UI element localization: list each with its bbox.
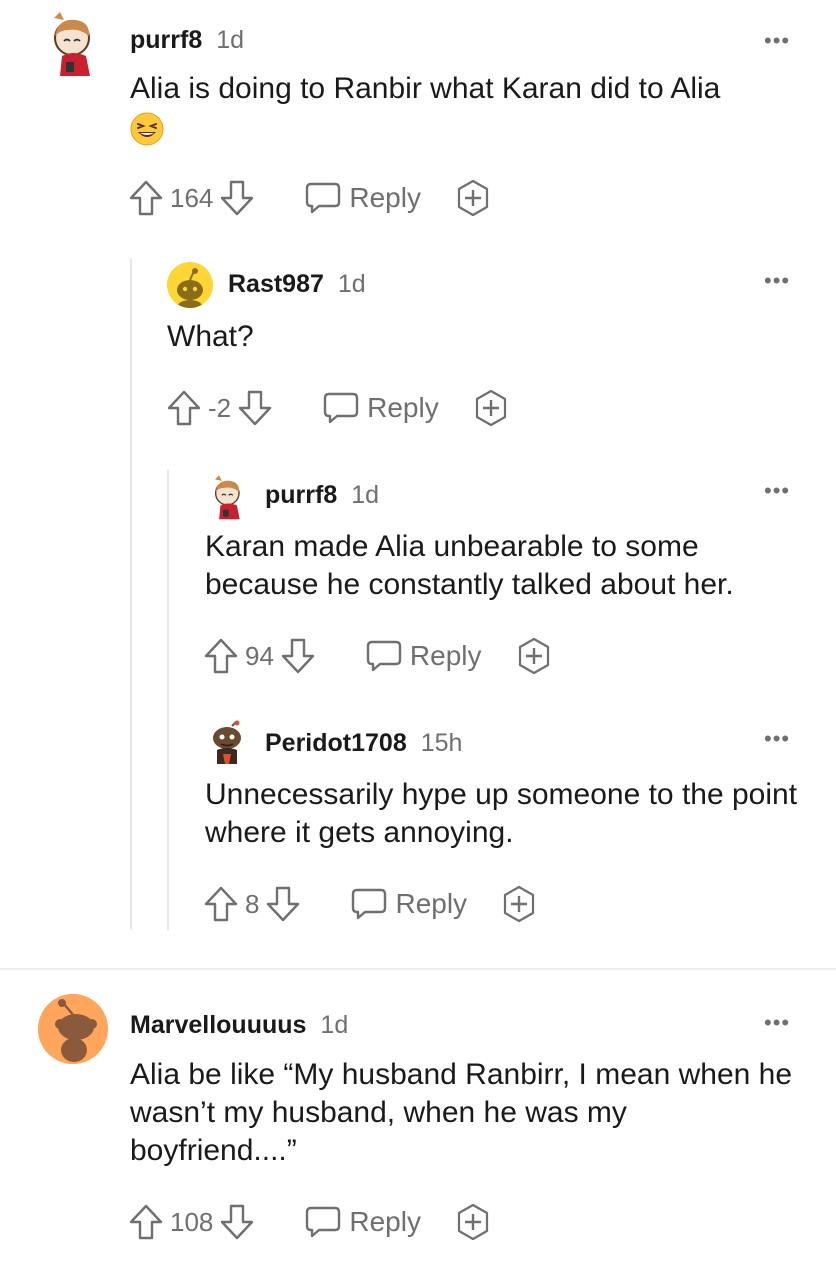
plus-award-icon[interactable] xyxy=(455,1203,491,1241)
comment-body: Alia is doing to Ranbir what Karan did t… xyxy=(130,70,810,156)
speech-bubble-icon xyxy=(366,640,402,672)
comment-body: What? xyxy=(167,318,787,356)
comment-text: What? xyxy=(167,320,254,353)
comment-divider xyxy=(0,968,836,970)
avatar[interactable] xyxy=(167,262,213,308)
downvote-arrow-icon[interactable] xyxy=(280,637,316,675)
upvote-arrow-icon[interactable] xyxy=(128,1203,164,1241)
downvote-arrow-icon[interactable] xyxy=(219,179,255,217)
reply-label: Reply xyxy=(395,888,468,919)
vote-count: -2 xyxy=(208,392,232,423)
reply-button[interactable]: Reply xyxy=(323,391,439,425)
timestamp: 1d xyxy=(337,270,366,298)
timestamp: 1d xyxy=(351,481,380,509)
comment-text: Alia be like “My husband Ranbirr, I mean… xyxy=(130,1058,793,1167)
vote-count: 8 xyxy=(245,888,260,919)
username[interactable]: Peridot1708 15h xyxy=(265,729,462,758)
avatar[interactable] xyxy=(46,10,100,80)
speech-bubble-icon xyxy=(323,392,359,424)
reply-button[interactable]: Reply xyxy=(351,887,467,921)
avatar[interactable] xyxy=(208,474,248,522)
more-options-button[interactable]: ••• xyxy=(764,268,790,294)
timestamp: 1d xyxy=(216,26,245,54)
speech-bubble-icon xyxy=(306,1206,341,1238)
comment-actions: -2 Reply xyxy=(166,388,509,428)
speech-bubble-icon xyxy=(352,888,387,920)
comment-text: Alia is doing to Ranbir what Karan did t… xyxy=(130,72,721,105)
comment-body: Unnecessarily hype up someone to the poi… xyxy=(205,776,805,852)
reply-label: Reply xyxy=(367,392,439,423)
comment-actions: 94 Reply xyxy=(203,636,552,676)
avatar[interactable] xyxy=(38,994,108,1064)
user-avatar-icon xyxy=(214,475,240,520)
reply-button[interactable]: Reply xyxy=(305,1205,421,1239)
snoo-avatar-icon xyxy=(38,994,108,1064)
more-options-button[interactable]: ••• xyxy=(764,726,790,752)
username-text[interactable]: purrf8 xyxy=(130,26,202,54)
comment-actions: 108 Reply xyxy=(128,1202,491,1242)
speech-bubble-icon xyxy=(306,182,341,214)
comment-text: Unnecessarily hype up someone to the poi… xyxy=(205,778,798,849)
thread-line-level1[interactable] xyxy=(130,258,132,930)
upvote-arrow-icon[interactable] xyxy=(166,389,202,427)
username-text[interactable]: Marvellouuuus xyxy=(130,1011,306,1039)
more-options-button[interactable]: ••• xyxy=(764,478,790,504)
username-text[interactable]: Rast987 xyxy=(228,270,324,298)
username-text[interactable]: purrf8 xyxy=(265,481,337,509)
upvote-arrow-icon[interactable] xyxy=(203,885,239,923)
plus-award-icon[interactable] xyxy=(501,885,537,923)
username[interactable]: purrf8 1d xyxy=(265,481,379,510)
reply-button[interactable]: Reply xyxy=(305,181,421,215)
vote-count: 94 xyxy=(245,640,274,671)
more-options-button[interactable]: ••• xyxy=(764,28,790,54)
plus-award-icon[interactable] xyxy=(516,637,552,675)
vote-count: 108 xyxy=(170,1206,214,1237)
snoo-avatar-icon xyxy=(167,262,213,308)
reply-label: Reply xyxy=(349,1206,421,1237)
username[interactable]: purrf8 1d xyxy=(130,26,244,55)
vote-count: 164 xyxy=(170,182,214,213)
laughing-emoji-icon xyxy=(130,112,164,156)
upvote-arrow-icon[interactable] xyxy=(128,179,164,217)
comment-body: Alia be like “My husband Ranbirr, I mean… xyxy=(130,1056,800,1170)
thread-line-level2[interactable] xyxy=(167,470,169,930)
comment-text: Karan made Alia unbearable to some becau… xyxy=(205,530,734,601)
comment-actions: 8 Reply xyxy=(203,884,537,924)
more-options-button[interactable]: ••• xyxy=(764,1010,790,1036)
username[interactable]: Rast987 1d xyxy=(228,270,366,299)
avatar[interactable] xyxy=(206,720,248,768)
username[interactable]: Marvellouuuus 1d xyxy=(130,1011,348,1040)
reply-label: Reply xyxy=(349,182,421,213)
upvote-arrow-icon[interactable] xyxy=(203,637,239,675)
comment-actions: 164 Reply xyxy=(128,178,491,218)
downvote-arrow-icon[interactable] xyxy=(237,389,273,427)
downvote-arrow-icon[interactable] xyxy=(265,885,301,923)
comment-body: Karan made Alia unbearable to some becau… xyxy=(205,528,805,604)
snoo-avatar-icon xyxy=(213,720,241,764)
plus-award-icon[interactable] xyxy=(455,179,491,217)
user-avatar-icon xyxy=(54,12,90,76)
timestamp: 1d xyxy=(320,1011,349,1039)
plus-award-icon[interactable] xyxy=(473,389,509,427)
timestamp: 15h xyxy=(420,729,463,757)
reply-button[interactable]: Reply xyxy=(366,639,482,673)
downvote-arrow-icon[interactable] xyxy=(219,1203,255,1241)
reply-label: Reply xyxy=(409,640,482,671)
username-text[interactable]: Peridot1708 xyxy=(265,729,407,757)
